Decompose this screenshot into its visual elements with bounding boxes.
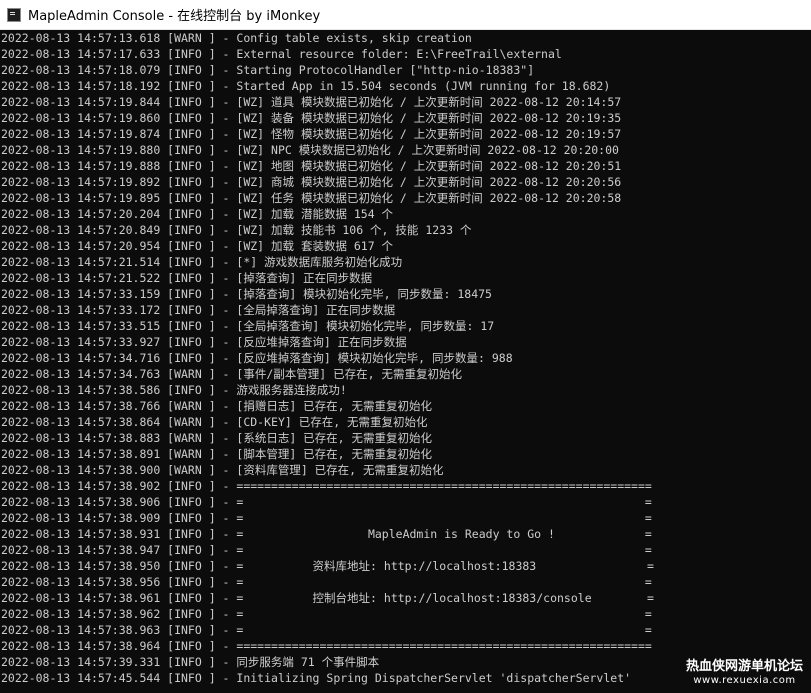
log-line: 2022-08-13 14:57:38.586 [INFO ] - 游戏服务器连… — [1, 383, 347, 397]
console-app-icon — [7, 7, 21, 22]
watermark-url: www.rexuexia.com — [693, 675, 796, 686]
log-line: 2022-08-13 14:57:19.844 [INFO ] - [WZ] 道… — [1, 95, 622, 109]
log-line: 2022-08-13 14:57:19.880 [INFO ] - [WZ] N… — [1, 143, 619, 157]
watermark-title: 热血侠网游单机论坛 — [685, 659, 803, 674]
log-line: 2022-08-13 14:57:13.618 [WARN ] - Config… — [1, 31, 472, 45]
log-line: 2022-08-13 14:57:38.902 [INFO ] - ======… — [1, 479, 652, 493]
log-line: 2022-08-13 14:57:19.874 [INFO ] - [WZ] 怪… — [1, 127, 622, 141]
title-bar[interactable]: MapleAdmin Console - 在线控制台 by iMonkey — [0, 0, 811, 30]
log-line: 2022-08-13 14:57:38.906 [INFO ] - = = — [1, 495, 652, 509]
log-line: 2022-08-13 14:57:38.864 [WARN ] - [CD-KE… — [1, 415, 428, 429]
console-output[interactable]: 2022-08-13 14:57:13.618 [WARN ] - Config… — [0, 30, 811, 693]
log-line: 2022-08-13 14:57:38.963 [INFO ] - = = — [1, 623, 652, 637]
log-line: 2022-08-13 14:57:20.204 [INFO ] - [WZ] 加… — [1, 207, 394, 221]
log-line: 2022-08-13 14:57:34.763 [WARN ] - [事件/副本… — [1, 367, 462, 381]
log-line: 2022-08-13 14:57:38.947 [INFO ] - = = — [1, 543, 652, 557]
log-line: 2022-08-13 14:57:38.964 [INFO ] - ======… — [1, 639, 652, 653]
log-line: 2022-08-13 14:57:20.849 [INFO ] - [WZ] 加… — [1, 223, 472, 237]
log-line: 2022-08-13 14:57:33.159 [INFO ] - [掉落查询]… — [1, 287, 492, 301]
log-line: 2022-08-13 14:57:18.079 [INFO ] - Starti… — [1, 63, 535, 77]
log-line: 2022-08-13 14:57:21.522 [INFO ] - [掉落查询]… — [1, 271, 373, 285]
log-line: 2022-08-13 14:57:38.900 [WARN ] - [资料库管理… — [1, 463, 444, 477]
log-line: 2022-08-13 14:57:21.514 [INFO ] - [*] 游戏… — [1, 255, 403, 269]
log-line: 2022-08-13 14:57:19.892 [INFO ] - [WZ] 商… — [1, 175, 622, 189]
log-line: 2022-08-13 14:57:38.950 [INFO ] - = 资料库地… — [1, 559, 654, 573]
log-line: 2022-08-13 14:57:38.961 [INFO ] - = 控制台地… — [1, 591, 654, 605]
log-line: 2022-08-13 14:57:19.888 [INFO ] - [WZ] 地… — [1, 159, 622, 173]
log-line: 2022-08-13 14:57:19.860 [INFO ] - [WZ] 装… — [1, 111, 622, 125]
log-line: 2022-08-13 14:57:38.956 [INFO ] - = = — [1, 575, 652, 589]
log-line: 2022-08-13 14:57:38.766 [WARN ] - [捐赠日志]… — [1, 399, 433, 413]
log-line: 2022-08-13 14:57:38.931 [INFO ] - = Mapl… — [1, 527, 652, 541]
log-line: 2022-08-13 14:57:38.962 [INFO ] - = = — [1, 607, 652, 621]
log-line: 2022-08-13 14:57:20.954 [INFO ] - [WZ] 加… — [1, 239, 394, 253]
log-line: 2022-08-13 14:57:33.515 [INFO ] - [全局掉落查… — [1, 319, 495, 333]
log-line: 2022-08-13 14:57:17.633 [INFO ] - Extern… — [1, 47, 562, 61]
log-line: 2022-08-13 14:57:19.895 [INFO ] - [WZ] 任… — [1, 191, 622, 205]
window-title: MapleAdmin Console - 在线控制台 by iMonkey — [28, 9, 321, 24]
log-line: 2022-08-13 14:57:34.716 [INFO ] - [反应堆掉落… — [1, 351, 513, 365]
log-line: 2022-08-13 14:57:38.909 [INFO ] - = = — [1, 511, 652, 525]
log-line: 2022-08-13 14:57:38.883 [WARN ] - [系统日志]… — [1, 431, 433, 445]
log-line: 2022-08-13 14:57:33.172 [INFO ] - [全局掉落查… — [1, 303, 396, 317]
log-line: 2022-08-13 14:57:33.927 [INFO ] - [反应堆掉落… — [1, 335, 407, 349]
log-line: 2022-08-13 14:57:38.891 [WARN ] - [脚本管理]… — [1, 447, 433, 461]
site-watermark: 热血侠网游单机论坛 www.rexuexia.com — [686, 659, 803, 687]
log-line: 2022-08-13 14:57:18.192 [INFO ] - Starte… — [1, 79, 611, 93]
